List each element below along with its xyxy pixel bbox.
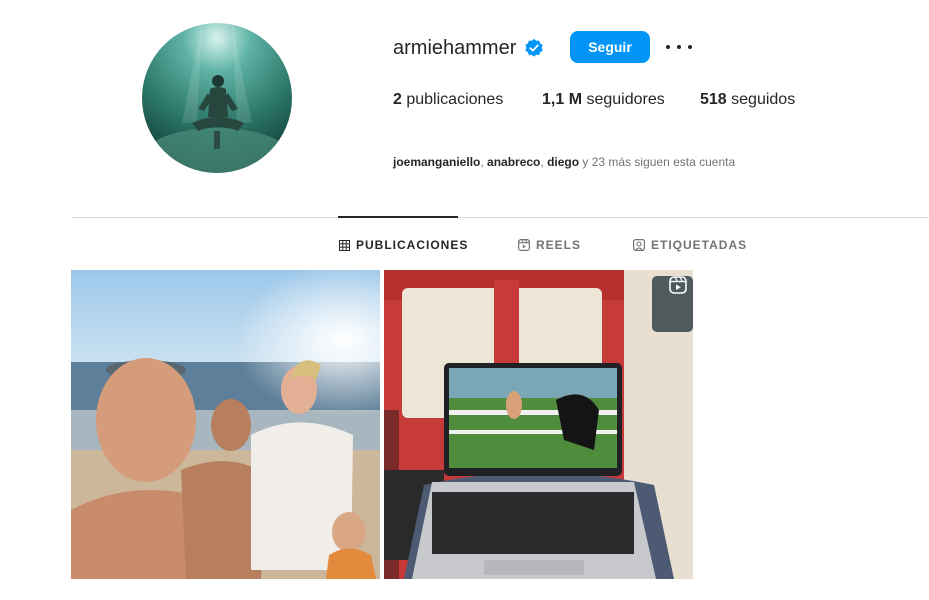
profile-avatar[interactable] [142, 23, 292, 173]
tab-label: ETIQUETADAS [651, 238, 748, 252]
follower-name: joemanganiello [393, 155, 481, 169]
follower-name: anabreco [487, 155, 541, 169]
more-options-icon[interactable] [666, 36, 692, 58]
profile-username: armiehammer [393, 36, 517, 59]
follower-name: diego [547, 155, 580, 169]
post-image [71, 270, 380, 579]
tab-reels[interactable]: REELS [518, 237, 581, 253]
active-tab-indicator [338, 216, 458, 218]
followed-by[interactable]: joemanganiello, anabreco, diego y 23 más… [393, 155, 735, 169]
divider [71, 217, 929, 218]
tab-etiquetadas[interactable]: ETIQUETADAS [633, 237, 747, 253]
following-count[interactable]: 518 seguidos [700, 91, 795, 109]
posts-count: 2 publicaciones [393, 91, 503, 109]
dot [677, 45, 681, 49]
followers-count-label: seguidores [586, 91, 665, 108]
posts-count-label: publicaciones [406, 91, 504, 108]
dot [666, 45, 670, 49]
reels-icon [518, 239, 530, 251]
dot [688, 45, 692, 49]
following-count-value: 518 [700, 91, 727, 108]
followers-count-value: 1,1 M [542, 91, 583, 108]
username-row: armiehammer [393, 31, 544, 65]
post-beach-selfie[interactable] [71, 270, 380, 579]
followers-count[interactable]: 1,1 M seguidores [542, 91, 665, 109]
tab-label: REELS [536, 238, 582, 252]
follow-button[interactable]: Seguir [570, 31, 650, 63]
followed-by-suffix: y 23 más siguen esta cuenta [579, 155, 736, 169]
tagged-icon [633, 239, 645, 251]
following-count-label: seguidos [731, 91, 796, 108]
grid-icon [339, 239, 350, 251]
post-image [384, 270, 693, 579]
tab-label: PUBLICACIONES [356, 238, 469, 252]
reel-badge-icon [669, 276, 687, 294]
posts-count-value: 2 [393, 91, 402, 108]
verified-badge-icon [525, 39, 543, 57]
tab-publicaciones[interactable]: PUBLICACIONES [339, 237, 468, 253]
post-laptop-train[interactable] [384, 270, 693, 579]
